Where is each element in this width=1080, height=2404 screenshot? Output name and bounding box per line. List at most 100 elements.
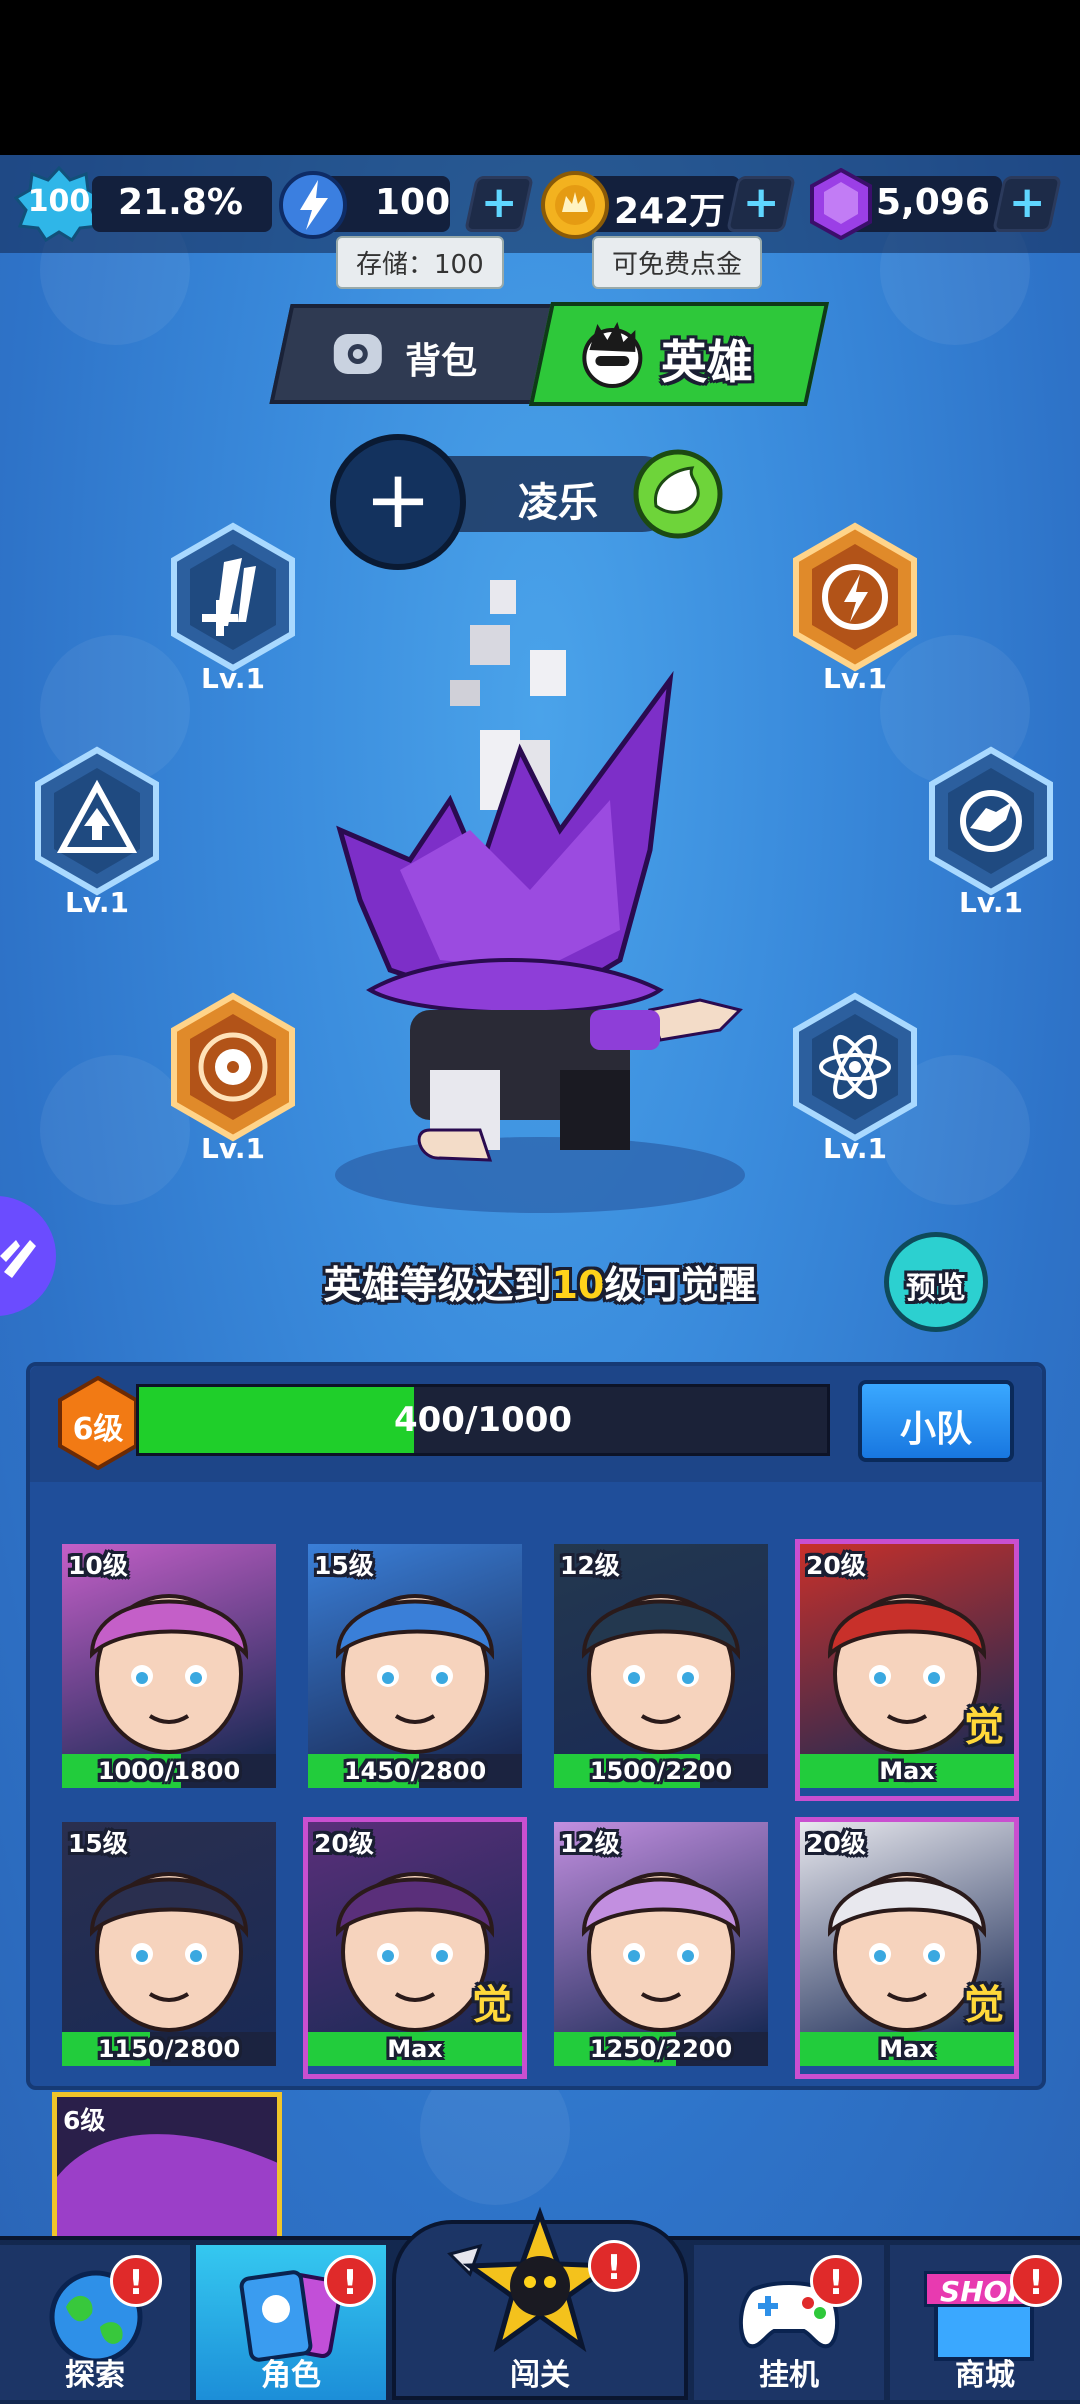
awaken-hint-after: 级可觉醒	[604, 1263, 757, 1307]
hero-progress-bar: 1150/2800	[62, 2032, 276, 2066]
hero-progress-bar: 1250/2200	[554, 2032, 768, 2066]
tab-backpack-label: 背包	[405, 341, 478, 382]
nav-adventure-label: 闯关	[510, 2358, 570, 2393]
hero-level: 12级	[560, 1829, 620, 1858]
energy-add-button[interactable]: +	[464, 176, 534, 232]
hero-progress-bar: 1500/2200	[554, 1754, 768, 1788]
add-hero-button[interactable]: +	[330, 434, 466, 570]
squad-label: 小队	[899, 1409, 972, 1450]
energy-value: 100	[375, 182, 451, 223]
plus-icon: +	[364, 453, 432, 546]
tab-heroes[interactable]: 英雄	[528, 302, 830, 406]
nav-explore-badge: !	[110, 2255, 162, 2307]
energy-tooltip: 存储：100	[336, 236, 504, 289]
nav-adventure[interactable]: ! 闯关	[392, 2180, 688, 2400]
hero-level: 20级	[806, 1551, 866, 1580]
hero-progress-text: 1500/2200	[589, 1757, 733, 1785]
hero-progress-text: Max	[879, 1757, 935, 1785]
hero-level: 10级	[68, 1551, 128, 1580]
hero-head-icon	[582, 322, 643, 388]
awaken-hint-before: 英雄等级达到	[323, 1263, 552, 1307]
gold-tooltip: 可免费点金	[592, 236, 763, 289]
skill-slot-5[interactable]	[168, 992, 298, 1142]
squad-button[interactable]: 小队	[858, 1380, 1014, 1462]
hero-level: 15级	[68, 1829, 128, 1858]
hero-progress-text: Max	[387, 2035, 443, 2063]
hero-card[interactable]: 15级 1450/2800	[308, 1544, 522, 1796]
hero-progress-text: Max	[879, 2035, 935, 2063]
hero-progress-bar: 1000/1800	[62, 1754, 276, 1788]
hero-progress-text: 1000/1800	[97, 1757, 241, 1785]
nav-heroes-label: 角色	[261, 2358, 321, 2393]
hero-model[interactable]	[320, 570, 780, 1220]
awakened-mark: 觉	[964, 1704, 1004, 1750]
nav-shop-label: 商城	[955, 2358, 1015, 2393]
gem-icon	[806, 167, 876, 241]
tab-backpack[interactable]: 背包	[269, 304, 561, 404]
hero-card[interactable]: 20级觉 Max	[795, 1539, 1019, 1801]
skill-slot-6[interactable]	[790, 992, 920, 1142]
energy-icon	[278, 170, 348, 240]
hero-level: 20级	[314, 1829, 374, 1858]
hero-level: 20级	[806, 1829, 866, 1858]
player-level-text: 100	[27, 184, 91, 219]
nav-shop[interactable]: SHOP ! 商城	[890, 2245, 1080, 2400]
tab-heroes-label: 英雄	[660, 335, 753, 389]
skill-level-2: Lv.1	[823, 662, 887, 695]
skill-level-3: Lv.1	[65, 886, 129, 919]
nav-idle-label: 挂机	[759, 2358, 819, 2393]
plus-icon: +	[742, 177, 780, 228]
nav-heroes-badge: !	[324, 2255, 376, 2307]
nav-idle-badge: !	[810, 2255, 862, 2307]
hero-card[interactable]: 12级 1500/2200	[554, 1544, 768, 1796]
partial-hero-level: 6级	[63, 2106, 106, 2135]
hero-name: 凌乐	[518, 480, 598, 526]
player-level-badge[interactable]: 100	[13, 165, 105, 243]
hero-progress-text: 1150/2800	[97, 2035, 241, 2063]
hero-progress-bar: Max	[800, 2032, 1014, 2066]
gold-add-button[interactable]: +	[726, 176, 796, 232]
gem-value: 5,096	[876, 182, 990, 223]
hero-level: 12级	[560, 1551, 620, 1580]
awakened-mark: 觉	[472, 1982, 512, 2028]
team-progress-text: 400/1000	[393, 1400, 573, 1440]
nav-idle[interactable]: ! 挂机	[694, 2245, 884, 2400]
skill-slot-4[interactable]	[926, 746, 1056, 896]
gem-add-button[interactable]: +	[992, 176, 1062, 232]
hero-card[interactable]: 20级觉 Max	[795, 1817, 1019, 2079]
skill-level-1: Lv.1	[201, 662, 265, 695]
nav-explore[interactable]: ! 探索	[0, 2245, 190, 2400]
hero-card[interactable]: 10级 1000/1800	[62, 1544, 276, 1796]
skill-slot-1[interactable]	[168, 522, 298, 672]
partial-hero-card[interactable]: 6级	[52, 2092, 282, 2252]
hero-progress-text: 1250/2200	[589, 2035, 733, 2063]
plus-icon: +	[480, 177, 518, 228]
hero-progress-text: 1450/2800	[343, 1757, 487, 1785]
hero-card[interactable]: 12级 1250/2200	[554, 1822, 768, 2074]
skill-level-6: Lv.1	[823, 1132, 887, 1165]
nav-heroes[interactable]: ! 角色	[196, 2245, 386, 2400]
skill-slot-3[interactable]	[32, 746, 162, 896]
hero-card[interactable]: 20级觉 Max	[303, 1817, 527, 2079]
nav-shop-badge: !	[1010, 2255, 1062, 2307]
preview-button[interactable]: 预览	[884, 1232, 988, 1332]
hero-element-icon[interactable]	[632, 448, 724, 540]
exp-percent: 21.8%	[118, 182, 243, 223]
team-progress-bar: 400/1000	[136, 1384, 830, 1456]
skill-level-4: Lv.1	[959, 886, 1023, 919]
team-level-text: 6级	[72, 1412, 124, 1447]
hero-progress-bar: Max	[800, 1754, 1014, 1788]
preview-label: 预览	[906, 1271, 966, 1306]
awaken-hint-level: 10	[551, 1263, 605, 1307]
gold-coin-icon	[540, 170, 610, 240]
awakened-mark: 觉	[964, 1982, 1004, 2028]
hero-progress-bar: Max	[308, 2032, 522, 2066]
hero-card[interactable]: 15级 1150/2800	[62, 1822, 276, 2074]
hero-level: 15级	[314, 1551, 374, 1580]
hero-progress-bar: 1450/2800	[308, 1754, 522, 1788]
skill-slot-2[interactable]	[790, 522, 920, 672]
gold-value: 242万	[614, 191, 726, 232]
nav-explore-label: 探索	[65, 2358, 125, 2393]
team-level-badge: 6级	[56, 1375, 140, 1471]
plus-icon: +	[1008, 177, 1046, 228]
